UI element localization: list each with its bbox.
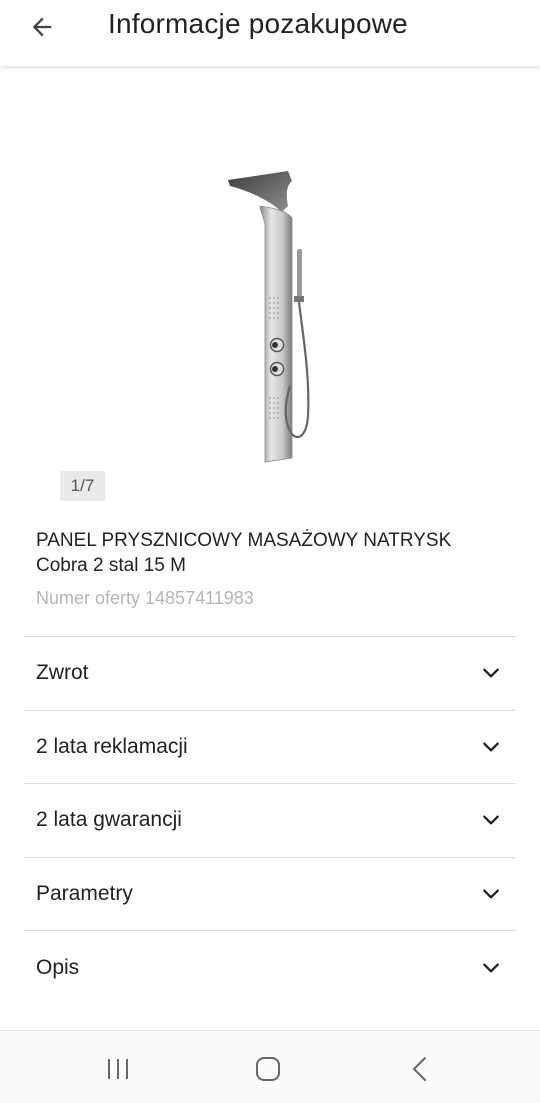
section-zwrot[interactable]: Zwrot <box>24 636 516 710</box>
recent-apps-icon <box>108 1059 128 1079</box>
section-reklamacja[interactable]: 2 lata reklamacji <box>24 709 516 784</box>
page-title: Informacje pozakupowe <box>108 8 408 39</box>
chevron-down-icon <box>480 883 502 905</box>
recent-apps-button[interactable] <box>98 1051 138 1087</box>
section-label: Parametry <box>36 882 133 906</box>
system-back-button[interactable] <box>400 1051 440 1087</box>
top-app-bar: Informacje pozakupowe <box>0 0 540 66</box>
section-opis[interactable]: Opis <box>24 930 516 1004</box>
product-title: PANEL PRYSZNICOWY MASAŻOWY NATRYSK Cobra… <box>36 530 452 576</box>
back-button[interactable] <box>24 9 60 45</box>
arrow-left-icon <box>32 17 52 37</box>
chevron-down-icon <box>480 736 502 758</box>
chevron-down-icon <box>480 809 502 831</box>
section-label: 2 lata gwarancji <box>36 808 182 832</box>
back-icon <box>413 1057 426 1081</box>
image-counter-badge: 1/7 <box>60 471 105 501</box>
section-parametry[interactable]: Parametry <box>24 856 516 931</box>
info-sections-list: Zwrot 2 lata reklamacji 2 lata gwarancji… <box>24 636 516 1004</box>
section-gwarancja[interactable]: 2 lata gwarancji <box>24 783 516 857</box>
app-screen: Informacje pozakupowe 1/7 PANEL PRYSZNIC… <box>0 0 540 1103</box>
section-label: Opis <box>36 955 80 979</box>
system-navigation-bar <box>0 1030 540 1103</box>
product-image <box>228 171 310 463</box>
section-label: 2 lata reklamacji <box>36 734 188 758</box>
home-button[interactable] <box>248 1051 288 1087</box>
chevron-down-icon <box>480 662 502 684</box>
home-icon <box>256 1057 280 1081</box>
chevron-down-icon <box>480 957 502 979</box>
offer-number: Numer oferty 14857411983 <box>36 588 254 608</box>
product-gallery[interactable] <box>0 66 540 506</box>
section-label: Zwrot <box>36 661 89 685</box>
